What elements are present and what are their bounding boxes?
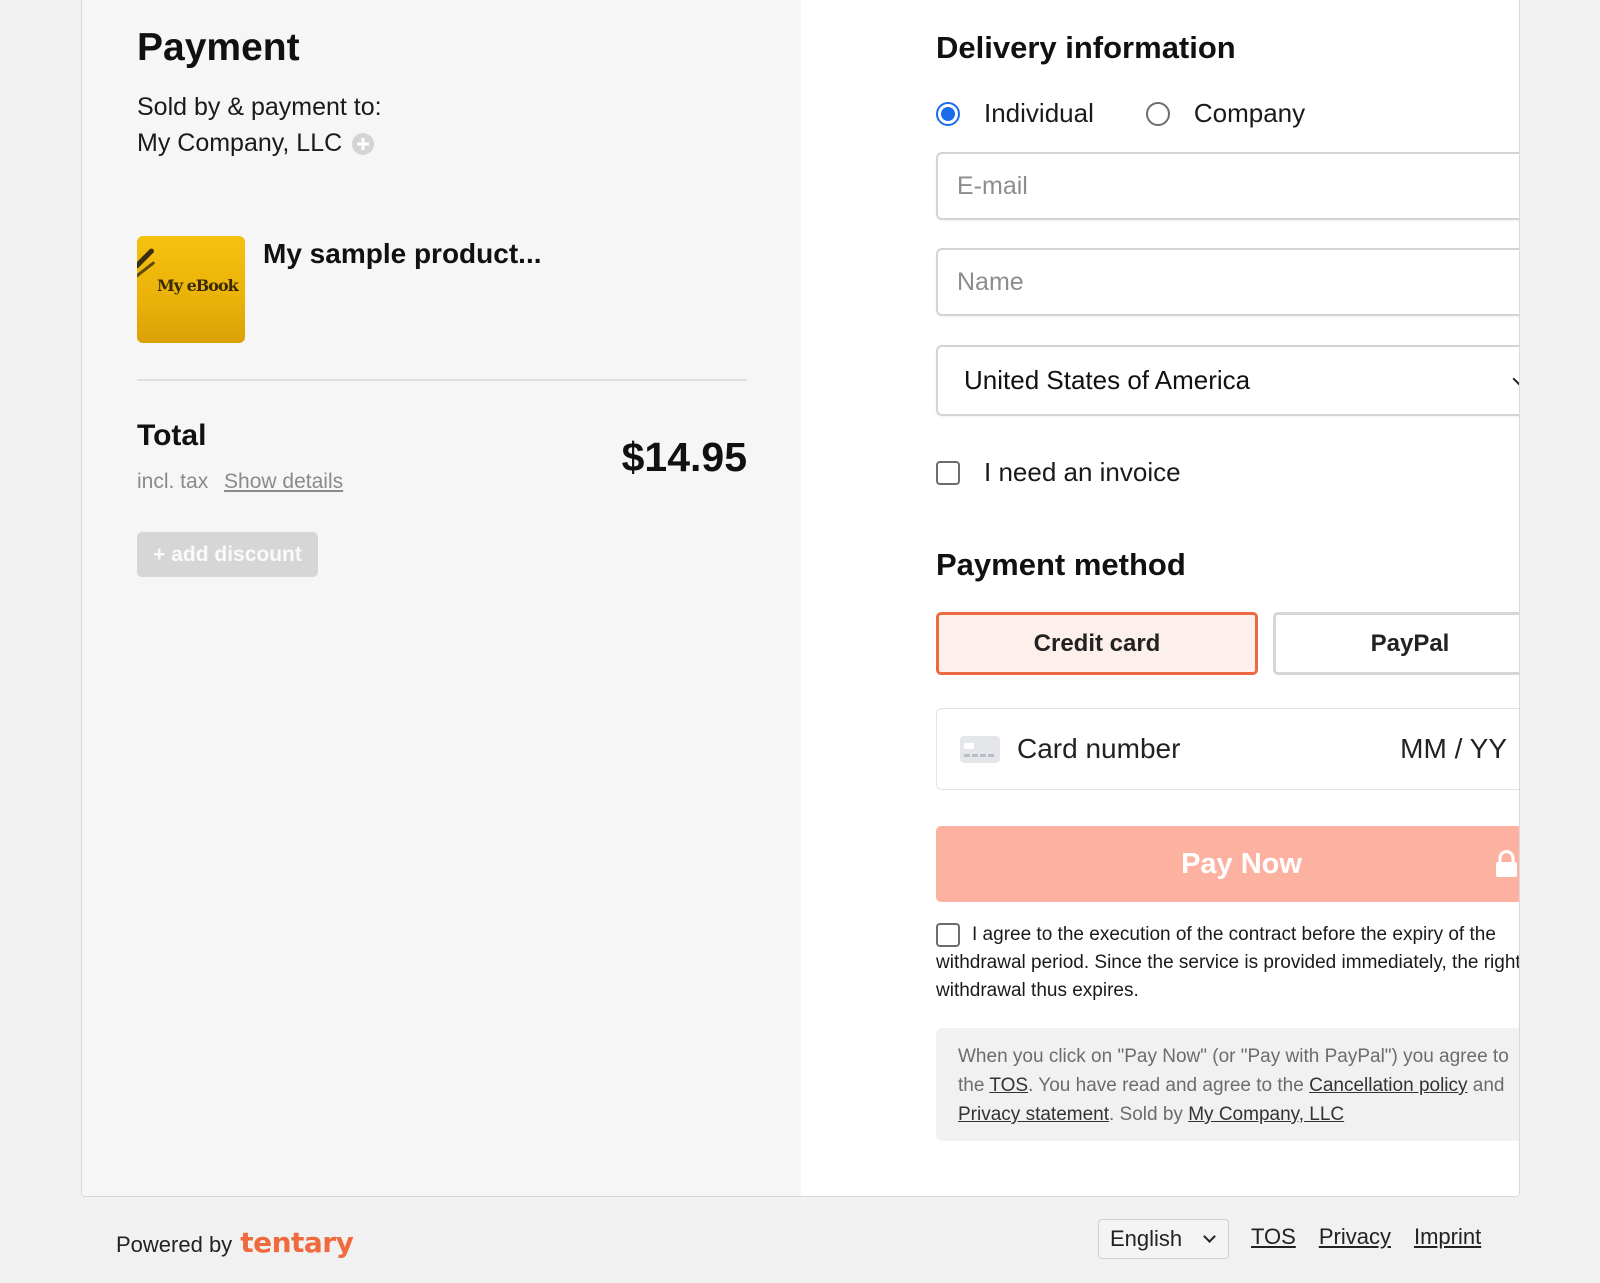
cancellation-policy-link[interactable]: Cancellation policy bbox=[1309, 1075, 1467, 1096]
powered-by: Powered by tentary bbox=[116, 1226, 354, 1259]
powered-by-label: Powered by bbox=[116, 1232, 233, 1257]
seller-name: My Company, LLC bbox=[137, 129, 343, 157]
show-details-link[interactable]: Show details bbox=[224, 470, 343, 493]
customer-type-group: Individual Company bbox=[936, 98, 1305, 129]
thumbnail-text: My eBook bbox=[157, 276, 239, 295]
credit-card-icon bbox=[960, 736, 1000, 763]
tax-label: incl. tax bbox=[137, 470, 209, 493]
legal-text: . Sold by bbox=[1109, 1104, 1189, 1125]
total-price: $14.95 bbox=[621, 434, 747, 480]
legal-notice: When you click on "Pay Now" (or "Pay wit… bbox=[936, 1028, 1519, 1141]
sold-by-label: Sold by & payment to: bbox=[137, 93, 382, 121]
invoice-checkbox-row[interactable]: I need an invoice bbox=[936, 457, 1181, 488]
product-name: My sample product... bbox=[263, 238, 542, 269]
privacy-statement-link[interactable]: Privacy statement bbox=[958, 1104, 1109, 1125]
name-field[interactable] bbox=[936, 248, 1519, 316]
language-value: English bbox=[1110, 1226, 1183, 1251]
chevron-down-icon bbox=[1512, 370, 1519, 388]
agree-checkbox-row: I agree to the execution of the contract… bbox=[936, 921, 1520, 1005]
country-select[interactable]: United States of America bbox=[936, 345, 1519, 416]
divider bbox=[137, 379, 747, 381]
language-select[interactable]: English bbox=[1098, 1219, 1229, 1259]
checkout-card: Payment Sold by & payment to: My Company… bbox=[81, 0, 1520, 1197]
delivery-title: Delivery information bbox=[936, 30, 1236, 65]
expiry-placeholder[interactable]: MM / YY bbox=[1400, 733, 1507, 765]
seller-row: My Company, LLC bbox=[137, 129, 375, 158]
card-number-placeholder[interactable]: Card number bbox=[1017, 733, 1180, 765]
product-thumbnail: My eBook bbox=[137, 236, 245, 343]
total-label: Total bbox=[137, 419, 207, 452]
pay-now-label: Pay Now bbox=[1181, 847, 1302, 880]
pay-now-button[interactable]: Pay Now bbox=[936, 826, 1519, 902]
footer-tos-link[interactable]: TOS bbox=[1251, 1224, 1296, 1250]
plus-circle-icon[interactable] bbox=[352, 132, 375, 155]
individual-radio[interactable] bbox=[936, 101, 960, 126]
card-input-field[interactable]: Card number MM / YY bbox=[936, 708, 1519, 790]
tax-row: incl. tax Show details bbox=[137, 470, 343, 494]
paypal-button[interactable]: PayPal bbox=[1273, 612, 1519, 675]
seller-link[interactable]: My Company, LLC bbox=[1188, 1104, 1344, 1125]
credit-card-button[interactable]: Credit card bbox=[936, 612, 1258, 675]
payment-method-title: Payment method bbox=[936, 547, 1186, 582]
country-value: United States of America bbox=[964, 365, 1251, 395]
chevron-down-icon bbox=[1203, 1230, 1216, 1243]
company-radio[interactable] bbox=[1145, 101, 1170, 126]
footer-links: TOS Privacy Imprint bbox=[1251, 1224, 1481, 1250]
footer-privacy-link[interactable]: Privacy bbox=[1319, 1224, 1391, 1250]
tos-link[interactable]: TOS bbox=[989, 1075, 1028, 1096]
order-summary-panel: Payment Sold by & payment to: My Company… bbox=[82, 0, 801, 1196]
lock-icon bbox=[1496, 850, 1517, 877]
add-discount-button[interactable]: + add discount bbox=[137, 532, 318, 577]
invoice-checkbox[interactable] bbox=[936, 460, 960, 485]
agree-text: I agree to the execution of the contract… bbox=[936, 924, 1520, 1001]
footer-imprint-link[interactable]: Imprint bbox=[1414, 1224, 1481, 1250]
invoice-label[interactable]: I need an invoice bbox=[984, 457, 1181, 488]
company-label[interactable]: Company bbox=[1194, 98, 1305, 129]
legal-text: and bbox=[1467, 1075, 1505, 1096]
legal-text: . You have read and agree to the bbox=[1028, 1075, 1310, 1096]
checkout-form-panel: Delivery information Individual Company … bbox=[801, 0, 1520, 1196]
tentary-logo[interactable]: tentary bbox=[240, 1226, 354, 1259]
individual-label[interactable]: Individual bbox=[984, 98, 1094, 129]
email-field[interactable] bbox=[936, 152, 1519, 220]
agree-checkbox[interactable] bbox=[936, 923, 960, 947]
page-title: Payment bbox=[137, 26, 300, 69]
